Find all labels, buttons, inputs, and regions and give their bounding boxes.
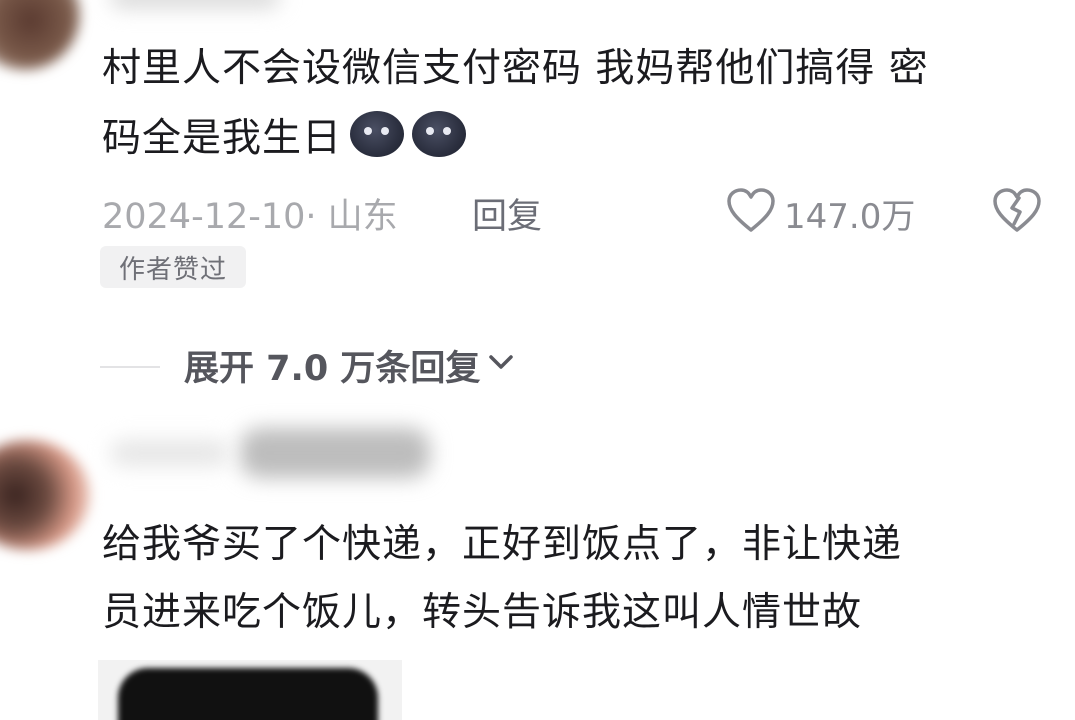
username[interactable] bbox=[110, 0, 280, 8]
broken-heart-icon bbox=[992, 188, 1042, 238]
author-liked-badge: 作者赞过 bbox=[100, 246, 246, 288]
comment-text: 员进来吃个饭儿，转头告诉我这叫人情世故 bbox=[102, 578, 862, 648]
comment-text: 村里人不会设微信支付密码 我妈帮他们搞得 密 bbox=[102, 34, 929, 104]
avatar[interactable] bbox=[0, 440, 90, 550]
username-suffix bbox=[110, 440, 230, 466]
like-count: 147.0万 bbox=[784, 196, 916, 237]
comment-text-line: 村里人不会设微信支付密码 我妈帮他们搞得 密 bbox=[102, 46, 929, 91]
comment-text: 码全是我生日 bbox=[102, 104, 467, 174]
comment-date-location: 2024-12-10· 山东 bbox=[102, 197, 398, 237]
expand-replies-label: 展开 7.0 万条回复 bbox=[184, 349, 481, 389]
expand-replies-button[interactable]: 展开 7.0 万条回复 bbox=[184, 340, 516, 391]
new-moon-face-icon bbox=[412, 111, 467, 157]
divider bbox=[100, 366, 160, 368]
chevron-down-icon bbox=[480, 346, 516, 386]
username[interactable] bbox=[240, 428, 430, 478]
heart-icon bbox=[726, 188, 776, 238]
comment-text-line: 给我爷买了个快递，正好到饭点了，非让快递 bbox=[102, 522, 903, 567]
comment-image[interactable] bbox=[98, 660, 402, 720]
new-moon-face-icon bbox=[350, 111, 405, 157]
comment-text-line: 码全是我生日 bbox=[102, 116, 343, 161]
reply-button[interactable]: 回复 bbox=[472, 188, 542, 239]
comment-text: 给我爷买了个快递，正好到饭点了，非让快递 bbox=[102, 510, 902, 580]
like-button[interactable]: 147.0万 bbox=[726, 188, 915, 238]
dislike-button[interactable] bbox=[992, 188, 1042, 238]
avatar[interactable] bbox=[0, 0, 80, 70]
comment-text-line: 员进来吃个饭儿，转头告诉我这叫人情世故 bbox=[102, 590, 863, 635]
